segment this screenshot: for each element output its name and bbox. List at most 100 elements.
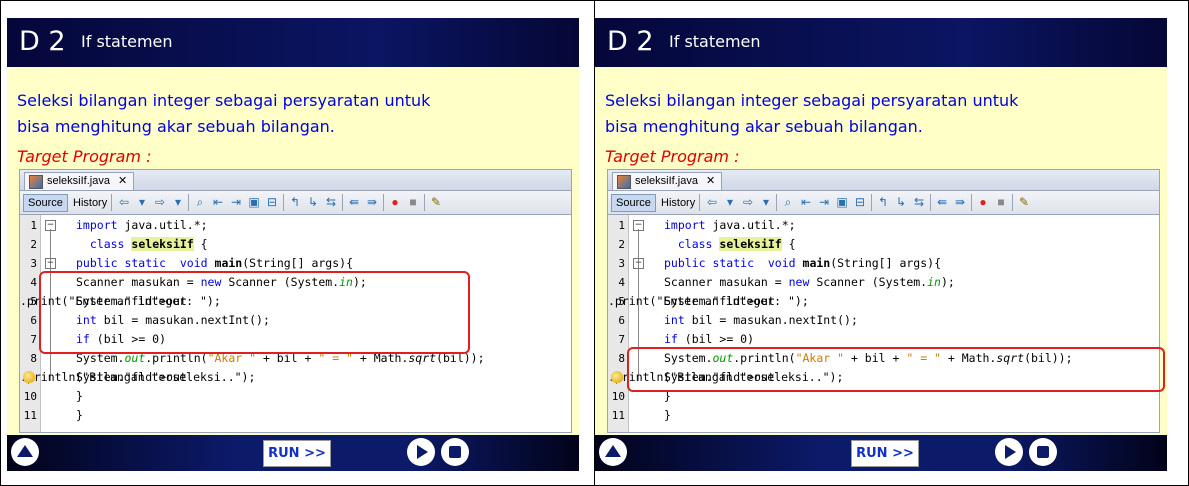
toolbar-separator — [424, 194, 425, 211]
prev-bookmark-icon[interactable]: ↰ — [876, 195, 890, 209]
up-arrow-icon — [605, 445, 621, 457]
code-line[interactable]: 6 int bil = masukan.nextInt(); — [608, 311, 1159, 330]
history-tab[interactable]: History — [656, 194, 700, 212]
dropdown-icon[interactable]: ▾ — [171, 195, 185, 209]
prev-bookmark-icon[interactable]: ↰ — [288, 195, 302, 209]
up-button[interactable] — [11, 438, 39, 466]
back-icon[interactable]: ⇦ — [117, 195, 131, 209]
code-editor[interactable]: 1− import java.util.*; 2 class seleksiIf {… — [608, 215, 1159, 432]
toggle-bookmark-icon[interactable]: ⇆ — [324, 195, 338, 209]
play-button[interactable] — [407, 438, 435, 466]
code-text: class seleksiIf { — [89, 237, 208, 251]
code-line[interactable]: 2 class seleksiIf { — [20, 235, 571, 254]
ide-window: seleksiIf.java ✕ Source History ⇦ ▾ ⇨ ▾ … — [19, 169, 572, 433]
line-number: 7 — [618, 333, 625, 346]
close-icon[interactable]: ✕ — [706, 173, 715, 190]
shift-right-icon[interactable]: ⇛ — [365, 195, 379, 209]
line-number: 4 — [618, 276, 625, 289]
stop-button[interactable] — [441, 438, 469, 466]
fold-toggle-icon[interactable]: − — [633, 258, 644, 269]
file-tab[interactable]: seleksiIf.java ✕ — [612, 172, 723, 190]
source-tab[interactable]: Source — [611, 194, 656, 212]
record-macro-icon[interactable]: ● — [976, 195, 990, 209]
hint-bulb-icon[interactable] — [23, 371, 35, 383]
description-line: Seleksi bilangan integer sebagai persyar… — [17, 91, 431, 110]
fold-toggle-icon[interactable]: − — [45, 220, 56, 231]
comment-icon[interactable]: ✎ — [1017, 195, 1031, 209]
file-tab-label: seleksiIf.java — [635, 175, 698, 187]
find-prev-icon[interactable]: ⇤ — [211, 195, 225, 209]
next-bookmark-icon[interactable]: ↳ — [306, 195, 320, 209]
back-icon[interactable]: ⇦ — [705, 195, 719, 209]
record-macro-icon[interactable]: ● — [388, 195, 402, 209]
run-button[interactable]: RUN >> — [263, 440, 331, 467]
line-number: 1 — [30, 219, 37, 232]
stop-macro-icon[interactable]: ■ — [994, 195, 1008, 209]
toggle-highlight-icon[interactable]: ⊟ — [853, 195, 867, 209]
line-number: 8 — [30, 352, 37, 365]
find-next-icon[interactable]: ⇥ — [229, 195, 243, 209]
slide-panel-2: D 2 If statemen Seleksi bilangan integer… — [595, 18, 1167, 471]
shift-right-icon[interactable]: ⇛ — [953, 195, 967, 209]
description: Seleksi bilangan integer sebagai persyar… — [17, 88, 430, 140]
stop-button[interactable] — [1029, 438, 1057, 466]
forward-icon[interactable]: ▾ — [723, 195, 737, 209]
code-line[interactable]: 1− import java.util.*; — [20, 216, 571, 235]
code-line[interactable]: System."fld">out .println("Bilangan terse… — [20, 368, 571, 387]
up-button[interactable] — [599, 438, 627, 466]
comment-icon[interactable]: ✎ — [429, 195, 443, 209]
editor-toolbar: Source History ⇦ ▾ ⇨ ▾ ⌕ ⇤ ⇥ ▣ ⊟ ↰ ↳ ⇆ ⇚… — [608, 191, 1159, 215]
dropdown-icon[interactable]: ▾ — [759, 195, 773, 209]
close-icon[interactable]: ✕ — [118, 173, 127, 190]
find-icon[interactable]: ⌕ — [781, 195, 795, 209]
fold-toggle-icon[interactable]: − — [45, 258, 56, 269]
edit-icon[interactable]: ⇨ — [741, 195, 755, 209]
run-button[interactable]: RUN >> — [851, 440, 919, 467]
play-button[interactable] — [995, 438, 1023, 466]
line-number: 1 — [618, 219, 625, 232]
forward-icon[interactable]: ▾ — [135, 195, 149, 209]
line-number: 6 — [30, 314, 37, 327]
code-line[interactable]: 2 class seleksiIf { — [608, 235, 1159, 254]
code-text: int bil = masukan.nextInt(); — [664, 313, 858, 327]
stop-icon — [1037, 446, 1049, 458]
line-number: 3 — [618, 257, 625, 270]
code-text: class seleksiIf { — [677, 237, 796, 251]
toggle-highlight-icon[interactable]: ⊟ — [265, 195, 279, 209]
toggle-bookmark-icon[interactable]: ⇆ — [912, 195, 926, 209]
slide-controls: RUN >> — [7, 435, 579, 471]
find-selection-icon[interactable]: ▣ — [247, 195, 261, 209]
code-line[interactable]: 1− import java.util.*; — [608, 216, 1159, 235]
slide-controls: RUN >> — [595, 435, 1167, 471]
next-bookmark-icon[interactable]: ↳ — [894, 195, 908, 209]
find-icon[interactable]: ⌕ — [193, 195, 207, 209]
shift-left-icon[interactable]: ⇚ — [347, 195, 361, 209]
line-number: 8 — [618, 352, 625, 365]
toolbar-separator — [871, 194, 872, 211]
description-line: Seleksi bilangan integer sebagai persyar… — [605, 91, 1019, 110]
shift-left-icon[interactable]: ⇚ — [935, 195, 949, 209]
source-tab[interactable]: Source — [23, 194, 68, 212]
line-number: 7 — [30, 333, 37, 346]
code-line[interactable]: 10} — [20, 387, 571, 406]
find-selection-icon[interactable]: ▣ — [835, 195, 849, 209]
hint-bulb-icon[interactable] — [611, 371, 623, 383]
code-line[interactable]: 3− public static void main(String[] args)… — [608, 254, 1159, 273]
code-line[interactable]: 5 System."fld">out .print("Enter an intege… — [608, 292, 1159, 311]
code-text: public static void main(String[] args){ — [664, 256, 941, 270]
code-text: System."fld">out — [76, 370, 187, 384]
description-line: bisa menghitung akar sebuah bilangan. — [17, 117, 335, 136]
code-line[interactable]: 4 Scanner masukan = new Scanner (System.i… — [608, 273, 1159, 292]
code-text: } — [76, 389, 83, 403]
code-line[interactable]: 11} — [20, 406, 571, 425]
stop-macro-icon[interactable]: ■ — [406, 195, 420, 209]
edit-icon[interactable]: ⇨ — [153, 195, 167, 209]
code-line[interactable]: 11} — [608, 406, 1159, 425]
find-prev-icon[interactable]: ⇤ — [799, 195, 813, 209]
find-next-icon[interactable]: ⇥ — [817, 195, 831, 209]
file-tab-label: seleksiIf.java — [47, 175, 110, 187]
history-tab[interactable]: History — [68, 194, 112, 212]
fold-toggle-icon[interactable]: − — [633, 220, 644, 231]
file-tab[interactable]: seleksiIf.java ✕ — [24, 172, 135, 190]
play-icon — [417, 445, 428, 459]
